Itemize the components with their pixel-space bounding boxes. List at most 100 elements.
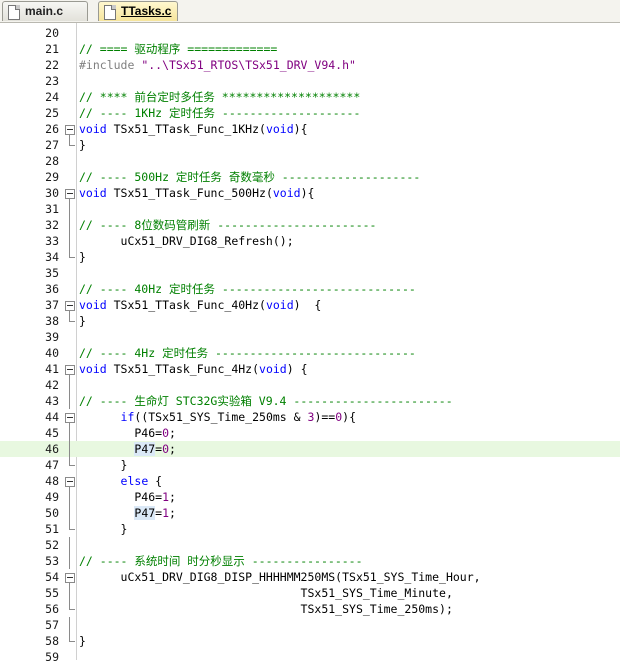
code-line[interactable]: 51 }	[0, 521, 620, 537]
line-number: 46	[45, 442, 59, 456]
code-token: void	[259, 362, 287, 376]
code-line[interactable]: 27}	[0, 137, 620, 153]
line-number: 52	[45, 538, 59, 552]
code-token: uCx51_DRV_DIG8_DISP_HHHHMM250MS(TSx51_SY…	[79, 570, 481, 584]
code-line[interactable]: 38}	[0, 313, 620, 329]
code-text: else {	[79, 473, 163, 489]
code-text: P46=0;	[79, 425, 176, 441]
fold-collapse-icon[interactable]	[65, 477, 75, 487]
code-line[interactable]: 52	[0, 537, 620, 553]
code-line[interactable]: 24 // **** 前台定时多任务 ********************	[0, 89, 620, 105]
fold-guide	[69, 313, 70, 321]
code-token: else	[120, 474, 149, 488]
line-number: 58	[45, 634, 59, 648]
fold-collapse-icon[interactable]	[65, 189, 75, 199]
code-line[interactable]: 39	[0, 329, 620, 345]
code-editor[interactable]: 20 21 // ==== 驱动程序 ============= 22 #include…	[0, 23, 620, 664]
code-text: // ---- 40Hz 定时任务 ----------------------…	[79, 281, 416, 297]
tab-main-c[interactable]: main.c	[2, 1, 88, 21]
code-token: if	[120, 410, 135, 424]
code-token: // ---- 1KHz 定时任务 --------------------	[79, 106, 361, 120]
fold-end-marker	[69, 257, 75, 258]
code-line[interactable]: 55 TSx51_SYS_Time_Minute,	[0, 585, 620, 601]
code-line[interactable]: 57	[0, 617, 620, 633]
code-text: // ==== 驱动程序 =============	[79, 41, 277, 57]
code-line[interactable]: 34}	[0, 249, 620, 265]
code-line[interactable]: 20	[0, 25, 620, 41]
code-line[interactable]: 22 #include "..\TSx51_RTOS\TSx51_DRV_V94.…	[0, 57, 620, 73]
fold-end-marker	[69, 529, 75, 530]
code-line[interactable]: 53 // ---- 系统时间 时分秒显示 ----------------	[0, 553, 620, 569]
line-number: 51	[45, 522, 59, 536]
code-line[interactable]: 35	[0, 265, 620, 281]
code-line[interactable]: 45 P46=0;	[0, 425, 620, 441]
fold-collapse-icon[interactable]	[65, 125, 75, 135]
code-line[interactable]: 54 uCx51_DRV_DIG8_DISP_HHHHMM250MS(TSx51…	[0, 569, 620, 585]
fold-guide	[69, 585, 70, 601]
file-tab-bar: main.c TTasks.c	[0, 0, 620, 23]
fold-guide	[69, 137, 70, 145]
code-line[interactable]: 42	[0, 377, 620, 393]
code-text: #include "..\TSx51_RTOS\TSx51_DRV_V94.h"	[79, 57, 356, 73]
code-line[interactable]: 36 // ---- 40Hz 定时任务 --------------------…	[0, 281, 620, 297]
code-line[interactable]: 41 void TSx51_TTask_Func_4Hz(void) {	[0, 361, 620, 377]
code-line[interactable]: 59	[0, 649, 620, 665]
code-line[interactable]: 58}	[0, 633, 620, 649]
code-token: TSx51_TTask_Func_40Hz(	[106, 298, 266, 312]
fold-end-marker	[69, 321, 75, 322]
code-line[interactable]: 26 void TSx51_TTask_Func_1KHz(void){	[0, 121, 620, 137]
fold-end-marker	[69, 465, 75, 466]
code-line[interactable]: 47 }	[0, 457, 620, 473]
code-line[interactable]: 48 else {	[0, 473, 620, 489]
fold-collapse-icon[interactable]	[65, 365, 75, 375]
tab-ttasks-c[interactable]: TTasks.c	[98, 1, 178, 21]
code-line[interactable]: 56 TSx51_SYS_Time_250ms);	[0, 601, 620, 617]
code-line[interactable]: 23	[0, 73, 620, 89]
fold-collapse-icon[interactable]	[65, 573, 75, 583]
line-number: 45	[45, 426, 59, 440]
code-token: "..\TSx51_RTOS\TSx51_DRV_V94.h"	[141, 58, 356, 72]
code-line[interactable]: 21 // ==== 驱动程序 =============	[0, 41, 620, 57]
code-token: )==	[314, 410, 336, 424]
code-line[interactable]: 43 // ---- 生命灯 STC32G实验箱 V9.4 -----------…	[0, 393, 620, 409]
fold-guide	[69, 553, 70, 569]
c-file-icon	[8, 5, 20, 20]
fold-collapse-icon[interactable]	[65, 301, 75, 311]
line-number: 49	[45, 490, 59, 504]
code-token: void	[265, 298, 294, 312]
code-token: ;	[169, 506, 176, 520]
code-line[interactable]: 46 P47=0;	[0, 441, 620, 457]
code-line[interactable]: 33 uCx51_DRV_DIG8_Refresh();	[0, 233, 620, 249]
code-token: ;	[169, 490, 176, 504]
code-token: }	[79, 522, 128, 536]
code-line[interactable]: 40 // ---- 4Hz 定时任务 ---------------------…	[0, 345, 620, 361]
code-line[interactable]: 50 P47=1;	[0, 505, 620, 521]
code-text: // ---- 生命灯 STC32G实验箱 V9.4 -------------…	[79, 393, 453, 409]
code-text: // ---- 系统时间 时分秒显示 ----------------	[79, 553, 363, 569]
code-line[interactable]: 49 P46=1;	[0, 489, 620, 505]
code-token: 0	[162, 442, 170, 456]
fold-guide	[69, 537, 70, 553]
code-line[interactable]: 31	[0, 201, 620, 217]
code-text: P47=1;	[79, 505, 176, 521]
fold-end-marker	[69, 145, 75, 146]
code-token: P46=	[79, 426, 163, 440]
code-text: void TSx51_TTask_Func_500Hz(void){	[79, 185, 314, 201]
fold-collapse-icon[interactable]	[65, 413, 75, 423]
code-line[interactable]: 30 void TSx51_TTask_Func_500Hz(void){	[0, 185, 620, 201]
code-line[interactable]: 28	[0, 153, 620, 169]
code-line[interactable]: 37 void TSx51_TTask_Func_40Hz(void) {	[0, 297, 620, 313]
fold-guide	[69, 633, 70, 641]
line-number: 30	[45, 186, 59, 200]
fold-guide	[69, 393, 70, 409]
code-line[interactable]: 25 // ---- 1KHz 定时任务 --------------------	[0, 105, 620, 121]
line-number: 24	[45, 90, 59, 104]
code-text: void TSx51_TTask_Func_40Hz(void) {	[79, 297, 321, 313]
code-token: TSx51_SYS_Time_Minute,	[79, 586, 453, 600]
code-line[interactable]: 44 if((TSx51_SYS_Time_250ms & 3)==0){	[0, 409, 620, 425]
code-token: // ==== 驱动程序 =============	[79, 42, 278, 56]
code-line[interactable]: 32 // ---- 8位数码管刷新 ----------------------…	[0, 217, 620, 233]
code-line[interactable]: 29 // ---- 500Hz 定时任务 奇数毫秒 --------------…	[0, 169, 620, 185]
line-number: 28	[45, 154, 59, 168]
line-number: 29	[45, 170, 59, 184]
